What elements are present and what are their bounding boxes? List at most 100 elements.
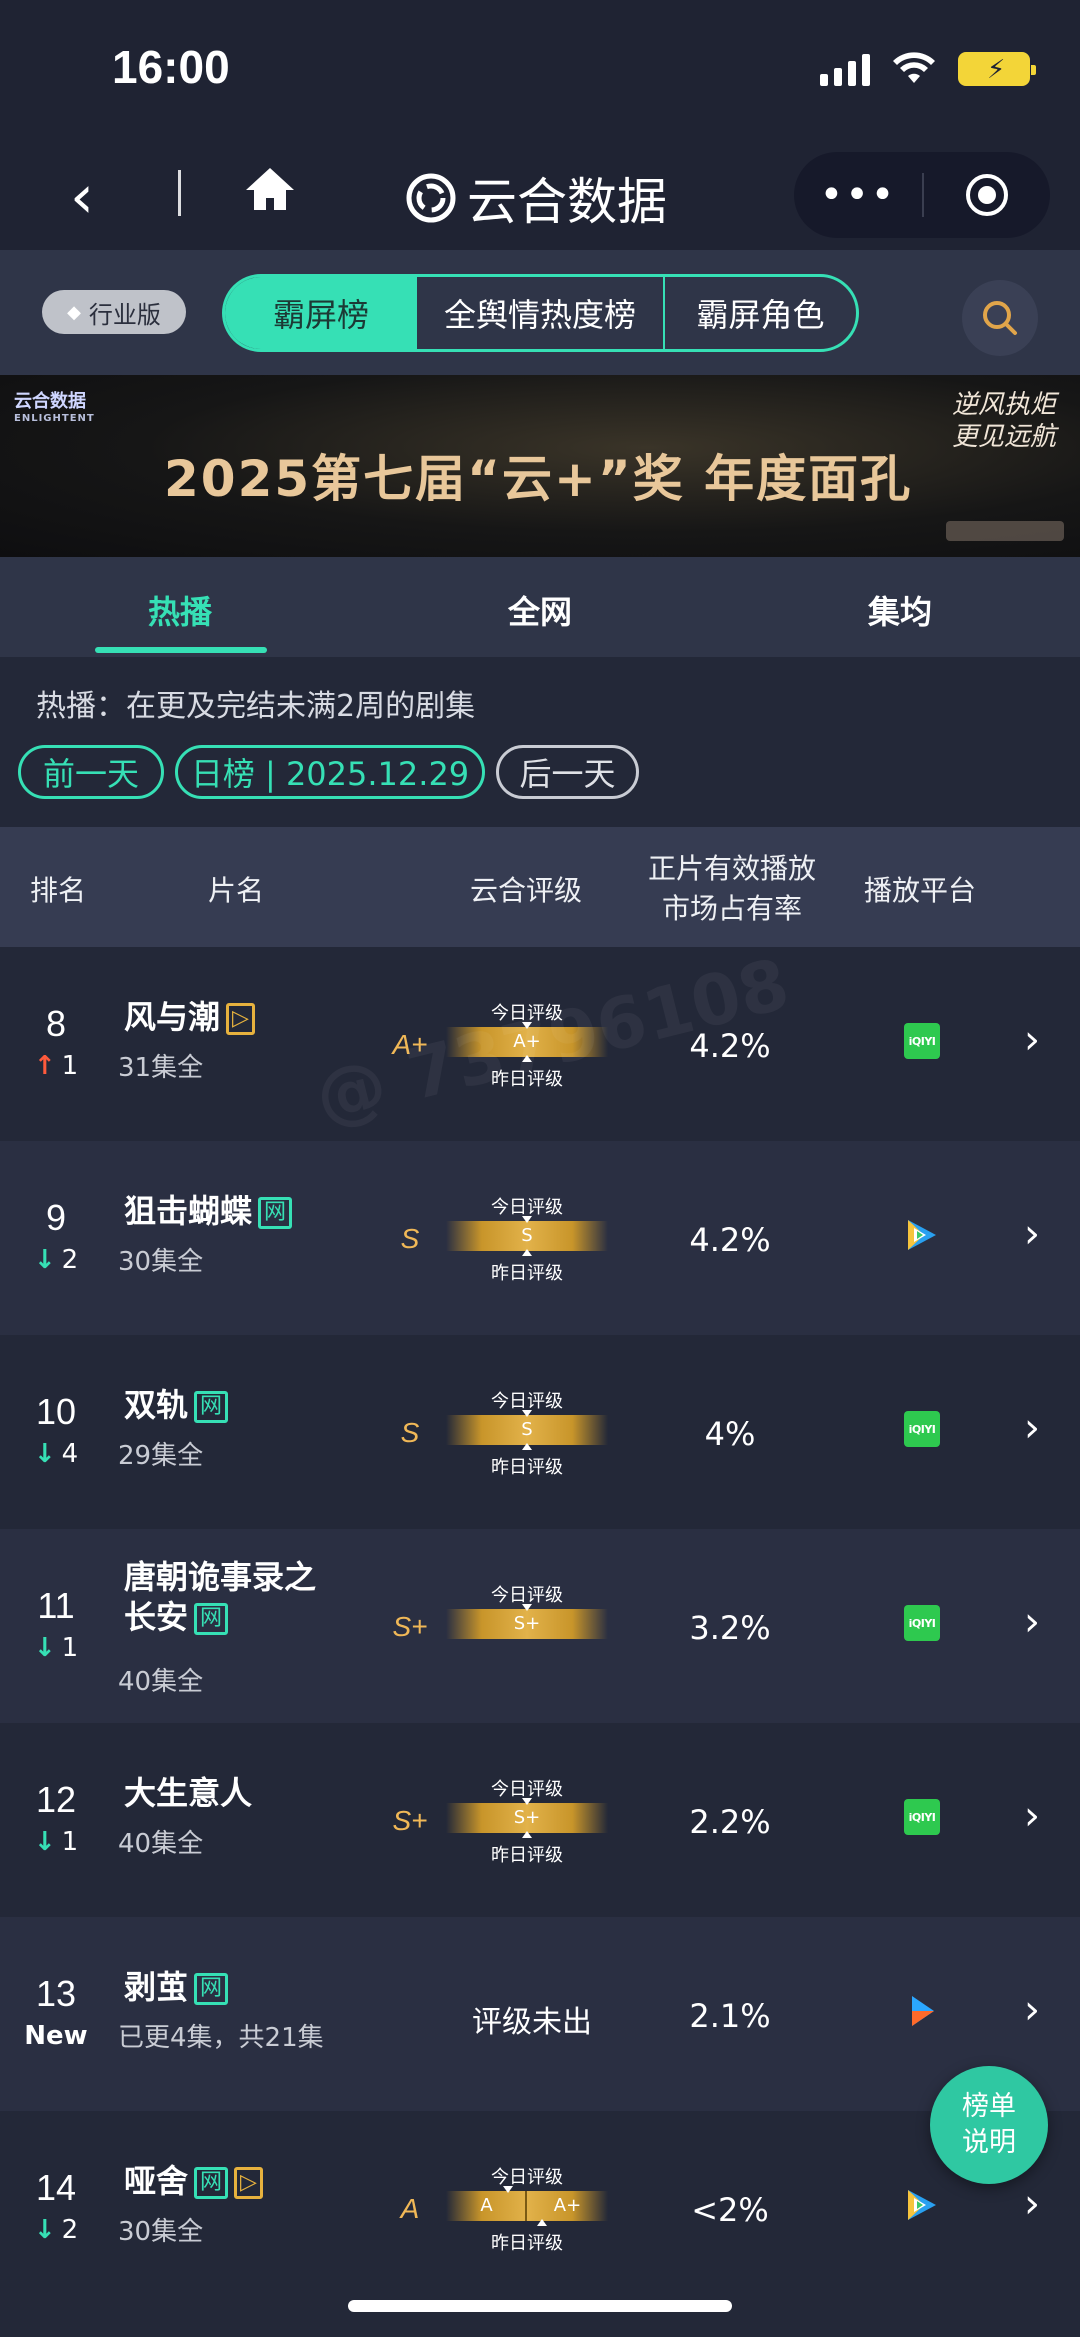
close-mini-program-button[interactable] bbox=[924, 172, 1050, 218]
tab-all-network[interactable]: 全网 bbox=[360, 557, 720, 657]
arrow-down-icon: ↓ bbox=[33, 1245, 56, 1275]
fab-label-line2: 说明 bbox=[962, 2127, 1016, 2158]
app-logo: 云合数据 bbox=[405, 162, 667, 234]
market-share: <2% bbox=[691, 2191, 769, 2229]
more-options-button[interactable]: ••• bbox=[794, 172, 922, 218]
header-title: 片名 bbox=[208, 874, 265, 907]
network-drama-badge: 网 bbox=[194, 2167, 229, 2199]
yesterday-marker-icon bbox=[522, 1831, 532, 1838]
chevron-right-icon[interactable]: › bbox=[1024, 1987, 1040, 2033]
tab-public-opinion-heat[interactable]: 全舆情热度榜 bbox=[417, 277, 665, 349]
drama-title-text: 风与潮 bbox=[124, 998, 221, 1036]
rank-change-value: 4 bbox=[61, 1439, 79, 1469]
table-row[interactable]: 13 New 剥茧网 已更4集，共21集 评级未出 2.1% › bbox=[0, 1917, 1080, 2111]
rank-change-value: 1 bbox=[61, 1633, 79, 1663]
rank-change-value: 2 bbox=[61, 1245, 79, 1275]
rating-gauge: 今日评级 S 昨日评级 bbox=[446, 1193, 608, 1289]
rating-bar: S+ bbox=[446, 1604, 608, 1639]
date-picker-button[interactable]: 日榜 | 2025.12.29 bbox=[175, 745, 485, 799]
play-badge-icon: ▷ bbox=[226, 1003, 255, 1035]
search-button[interactable] bbox=[962, 280, 1038, 356]
drama-title-text: 狙击蝴蝶 bbox=[124, 1192, 253, 1230]
market-share: 2.2% bbox=[689, 1803, 771, 1841]
chevron-right-icon[interactable]: › bbox=[1024, 1211, 1040, 1257]
rank-number: 14 bbox=[35, 2167, 77, 2208]
today-marker-icon bbox=[522, 1798, 532, 1805]
table-row[interactable]: 11 ↓ 1 唐朝诡事录之长安网 40集全 S+ 今日评级 S+ 3.2% iQI… bbox=[0, 1529, 1080, 1723]
network-drama-badge: 网 bbox=[194, 1973, 229, 2005]
rating-grade: A bbox=[400, 2193, 420, 2224]
episode-info: 31集全 bbox=[118, 1053, 204, 1083]
chevron-right-icon[interactable]: › bbox=[1024, 1017, 1040, 1063]
yesterday-rating-value: A+ bbox=[553, 2195, 582, 2216]
arrow-down-icon: ↓ bbox=[33, 1633, 56, 1663]
header-rating: 云合评级 bbox=[470, 874, 583, 907]
rating-bar: A A+ bbox=[446, 2186, 608, 2226]
iqiyi-icon: iQIYI bbox=[904, 1799, 940, 1835]
rank-number: 13 bbox=[35, 1973, 77, 2014]
next-day-button[interactable]: 后一天 bbox=[496, 745, 639, 799]
header-rank: 排名 bbox=[30, 874, 87, 907]
chevron-right-icon[interactable]: › bbox=[1024, 2181, 1040, 2227]
iqiyi-icon: iQIYI bbox=[904, 1605, 940, 1641]
rank-change-value: 1 bbox=[61, 1051, 79, 1081]
episode-info: 30集全 bbox=[118, 2217, 204, 2247]
prev-day-button[interactable]: 前一天 bbox=[18, 745, 164, 799]
table-row[interactable]: 9 ↓ 2 狙击蝴蝶网 30集全 S 今日评级 S 昨日评级 4.2% › bbox=[0, 1141, 1080, 1335]
banner-slogan-line1: 逆风执炬 bbox=[951, 390, 1056, 420]
drama-title-text: 大生意人 bbox=[124, 1774, 253, 1812]
table-row[interactable]: 10 ↓ 4 双轨网 29集全 S 今日评级 S 昨日评级 4% iQIYI › bbox=[0, 1335, 1080, 1529]
promo-banner[interactable]: 云合数据 ENLIGHTENT 2025第七届“云+”奖 年度面孔 逆风执炬 更… bbox=[0, 375, 1080, 557]
header-share-line1: 正片有效播放 bbox=[648, 852, 817, 885]
chevron-right-icon[interactable]: › bbox=[1024, 1599, 1040, 1645]
chevron-right-icon[interactable]: › bbox=[1024, 1793, 1040, 1839]
drama-title-text: 剥茧 bbox=[124, 1968, 189, 2006]
tab-dominant-role[interactable]: 霸屏角色 bbox=[665, 277, 856, 349]
ranking-segmented-control: 霸屏榜 全舆情热度榜 霸屏角色 bbox=[222, 274, 859, 352]
app-title: 云合数据 bbox=[467, 173, 667, 231]
episode-info: 29集全 bbox=[118, 1441, 204, 1471]
network-drama-badge: 网 bbox=[194, 1603, 229, 1635]
table-row[interactable]: 12 ↓ 1 大生意人 40集全 S+ 今日评级 S+ 昨日评级 2.2% iQI… bbox=[0, 1723, 1080, 1917]
today-rating-value: S+ bbox=[513, 1807, 541, 1828]
industry-edition-badge[interactable]: ◆ 行业版 bbox=[42, 290, 186, 334]
header-share-line2: 市场占有率 bbox=[662, 892, 803, 925]
back-button[interactable]: ‹ bbox=[70, 162, 94, 232]
tencent-video-icon bbox=[908, 1220, 936, 1250]
today-marker-icon bbox=[503, 2186, 513, 2193]
banner-brand-en: ENLIGHTENT bbox=[14, 413, 95, 424]
rank-number: 8 bbox=[45, 1003, 67, 1044]
arrow-down-icon: ↓ bbox=[33, 1827, 56, 1857]
wifi-icon bbox=[893, 52, 935, 83]
diamond-icon: ◆ bbox=[67, 301, 81, 323]
home-indicator bbox=[348, 2300, 732, 2312]
list-description: 热播：在更及完结未满2周的剧集 bbox=[36, 689, 476, 724]
list-explanation-button[interactable]: 榜单 说明 bbox=[930, 2066, 1048, 2184]
rank-change-value: 1 bbox=[61, 1827, 79, 1857]
chevron-right-icon[interactable]: › bbox=[1024, 1405, 1040, 1451]
rating-grade: S bbox=[400, 1223, 420, 1254]
rating-grade: S+ bbox=[392, 1611, 428, 1642]
rating-pending: 评级未出 bbox=[472, 2005, 592, 2040]
battery-charging-icon: ⚡ bbox=[958, 52, 1036, 86]
tab-hot-broadcast[interactable]: 热播 bbox=[0, 557, 360, 657]
industry-edition-label: 行业版 bbox=[88, 300, 161, 329]
drama-title: 剥茧网 bbox=[124, 1967, 344, 2007]
drama-title: 大生意人 bbox=[124, 1773, 344, 1813]
yesterday-rating-label: 昨日评级 bbox=[491, 2233, 563, 2254]
table-row[interactable]: 14 ↓ 2 哑舍网 ▷ 30集全 A 今日评级 A A+ 昨日评级 <2% › bbox=[0, 2111, 1080, 2305]
home-icon[interactable] bbox=[242, 162, 298, 218]
tab-per-episode[interactable]: 集均 bbox=[720, 557, 1080, 657]
section-tabs: 热播 全网 集均 bbox=[0, 557, 1080, 657]
rating-bar: S+ bbox=[446, 1798, 608, 1838]
rank-change: ↓ 2 bbox=[0, 1245, 112, 1275]
drama-title: 双轨网 bbox=[124, 1385, 344, 1425]
market-share: 4.2% bbox=[689, 1221, 771, 1259]
drama-title: 哑舍网 ▷ bbox=[124, 2161, 344, 2201]
drama-title-text: 哑舍 bbox=[124, 2162, 189, 2200]
rating-grade: S bbox=[400, 1417, 420, 1448]
yesterday-rating-label: 昨日评级 bbox=[491, 1263, 563, 1284]
tab-dominant-screen[interactable]: 霸屏榜 bbox=[225, 277, 417, 349]
drama-title: 唐朝诡事录之长安网 bbox=[124, 1557, 344, 1637]
drama-title: 狙击蝴蝶网 bbox=[124, 1191, 344, 1231]
